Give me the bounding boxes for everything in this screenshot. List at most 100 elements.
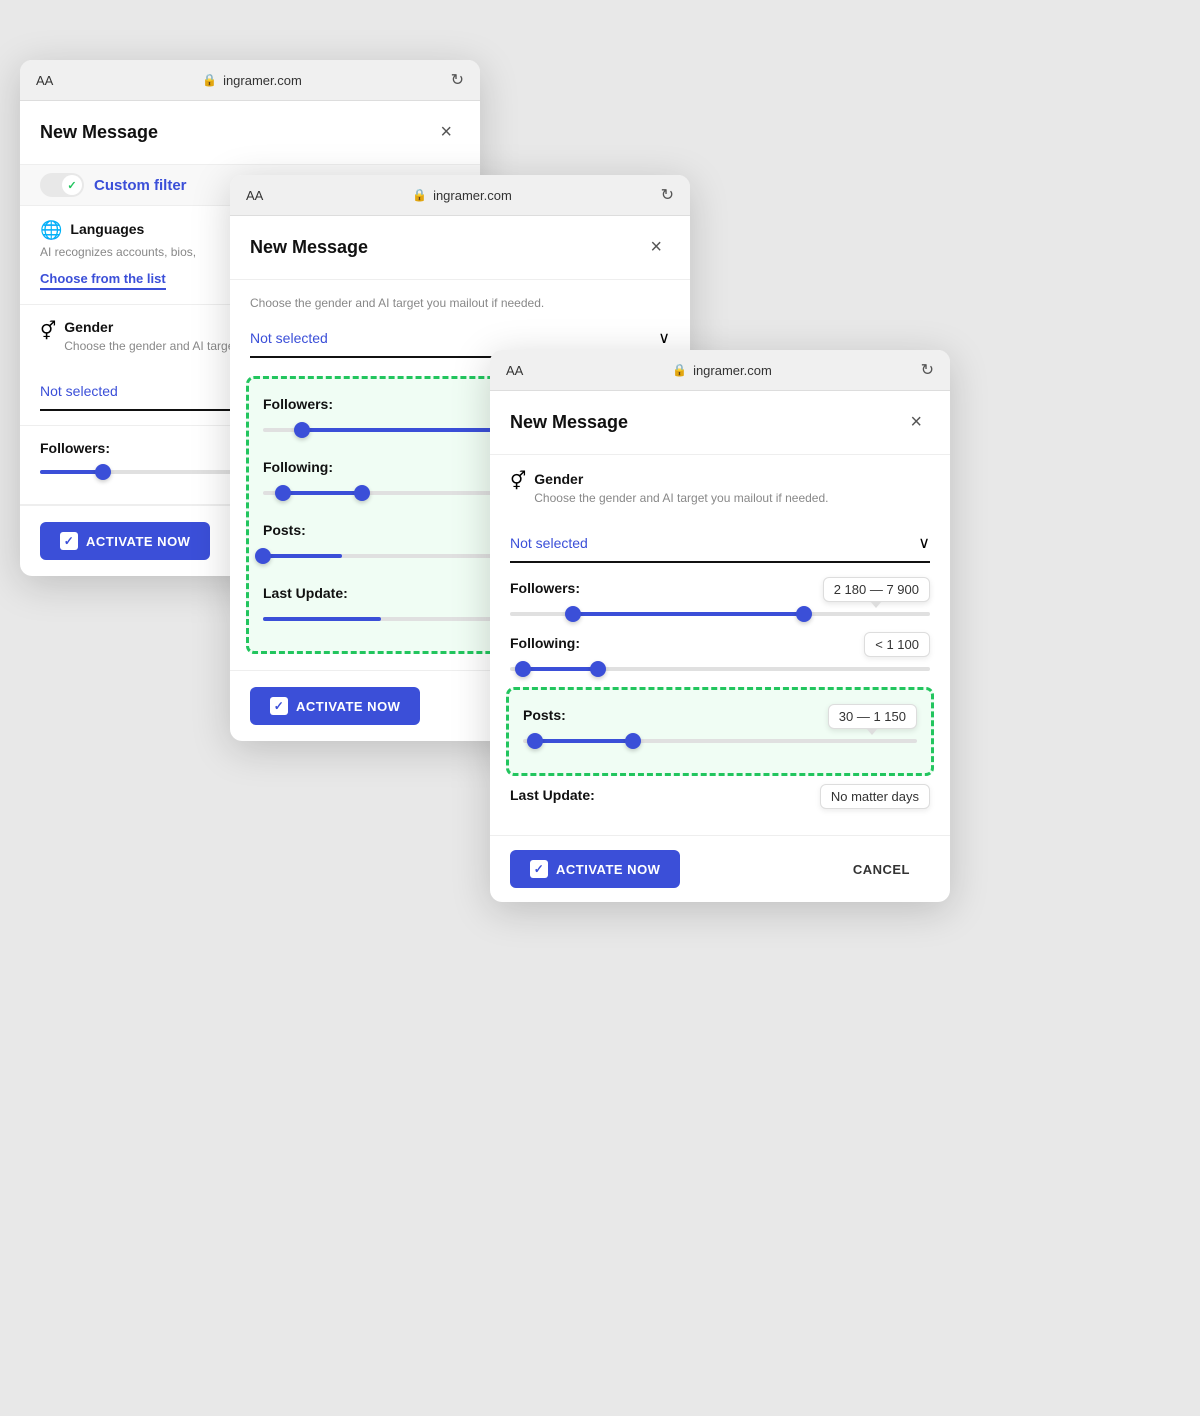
last-update-label-2: Last Update: [263,585,348,601]
gender-hint-2: Choose the gender and AI target you mail… [250,296,670,310]
gender-icon-3: ⚥ [510,471,526,492]
posts-thumb-left-3[interactable] [527,733,543,749]
close-button-1[interactable]: × [432,117,460,148]
activate-check-icon-2 [270,697,288,715]
gender-header-3: ⚥ Gender Choose the gender and AI target… [510,471,930,517]
custom-filter-label-1: Custom filter [94,177,187,194]
browser-bar-3: AA 🔒 ingramer.com ↻ [490,350,950,391]
aa-label-1: AA [36,73,53,88]
language-label-1: Languages [70,221,144,237]
modal-header-2: New Message × [230,216,690,280]
last-update-fill-2 [263,617,381,621]
url-text-2: ingramer.com [433,188,512,203]
followers-label-2: Followers: [263,396,333,412]
modal-header-3: New Message × [490,391,950,455]
followers-label-1: Followers: [40,440,110,456]
posts-fill-3 [535,739,634,743]
url-area-2: 🔒 ingramer.com [275,188,648,203]
followers-thumb-left-3[interactable] [565,606,581,622]
activate-button-2[interactable]: ACTIVATE NOW [250,687,420,725]
browser-window-3: AA 🔒 ingramer.com ↻ New Message × ⚥ Gend… [490,350,950,902]
aa-label-2: AA [246,188,263,203]
posts-badge-3: 30 — 1 150 [828,704,917,729]
followers-badge-3: 2 180 — 7 900 [823,577,930,602]
modal-body-3: ⚥ Gender Choose the gender and AI target… [490,455,950,835]
url-area-1: 🔒 ingramer.com [65,73,438,88]
following-label-3: Following: [510,635,580,651]
lock-icon-1: 🔒 [202,73,217,87]
following-slider-3[interactable] [510,667,930,671]
posts-fill-2 [263,554,342,558]
followers-slider-3[interactable] [510,612,930,616]
followers-fill-3 [573,612,804,616]
choose-from-list-link-1[interactable]: Choose from the list [40,271,166,290]
posts-highlight-box-3: Posts: 30 — 1 150 [506,687,934,776]
following-thumb-left-2[interactable] [275,485,291,501]
gender-not-selected-3: Not selected [510,535,588,551]
activate-check-icon-3 [530,860,548,878]
last-update-badge-3: No matter days [820,784,930,809]
following-label-2: Following: [263,459,333,475]
following-range-row-3: Following: < 1 100 [510,632,930,657]
gender-desc-3: Choose the gender and AI target you mail… [534,491,828,505]
last-update-range-row-3: Last Update: No matter days [510,784,930,809]
gender-icon-1: ⚥ [40,321,56,342]
cancel-button-3[interactable]: CANCEL [833,852,930,887]
followers-fill-1 [40,470,103,474]
last-update-label-3: Last Update: [510,787,595,803]
posts-slider-3[interactable] [523,739,917,743]
posts-thumb-right-3[interactable] [625,733,641,749]
following-fill-3 [523,667,599,671]
activate-label-2: ACTIVATE NOW [296,699,400,714]
refresh-button-3[interactable]: ↻ [921,360,934,380]
followers-area-3: Followers: 2 180 — 7 900 [510,577,930,616]
close-button-2[interactable]: × [642,232,670,263]
activate-check-icon-1 [60,532,78,550]
followers-range-row-3: Followers: 2 180 — 7 900 [510,577,930,602]
followers-fill-2 [302,428,499,432]
lock-icon-3: 🔒 [672,363,687,377]
followers-thumb-right-3[interactable] [796,606,812,622]
followers-label-3: Followers: [510,580,580,596]
modal-title-1: New Message [40,122,158,143]
following-badge-3: < 1 100 [864,632,930,657]
refresh-button-1[interactable]: ↻ [451,70,464,90]
posts-thumb-left-2[interactable] [255,548,271,564]
posts-label-2: Posts: [263,522,306,538]
aa-label-3: AA [506,363,523,378]
lock-icon-2: 🔒 [412,188,427,202]
gender-text-3: Gender Choose the gender and AI target y… [534,471,828,517]
last-update-area-3: Last Update: No matter days [510,784,930,809]
gender-not-selected-1: Not selected [40,383,118,399]
browser-bar-2: AA 🔒 ingramer.com ↻ [230,175,690,216]
gender-dropdown-3[interactable]: Not selected ∨ [510,525,930,563]
modal-title-2: New Message [250,237,368,258]
posts-range-row-3: Posts: 30 — 1 150 [523,704,917,729]
browser-bar-1: AA 🔒 ingramer.com ↻ [20,60,480,101]
chevron-down-icon-2: ∨ [658,328,670,348]
following-area-3: Following: < 1 100 [510,632,930,671]
following-thumb-right-2[interactable] [354,485,370,501]
gender-not-selected-2: Not selected [250,330,328,346]
chevron-down-icon-3: ∨ [918,533,930,553]
following-fill-2 [283,491,362,495]
activate-button-1[interactable]: ACTIVATE NOW [40,522,210,560]
followers-thumb-1[interactable] [95,464,111,480]
url-area-3: 🔒 ingramer.com [535,363,908,378]
following-thumb-left-3[interactable] [515,661,531,677]
activate-label-3: ACTIVATE NOW [556,862,660,877]
gender-label-3: Gender [534,471,828,487]
posts-area-3: Posts: 30 — 1 150 [513,694,927,769]
custom-filter-toggle-1[interactable] [40,173,84,197]
modal-title-3: New Message [510,412,628,433]
following-thumb-right-3[interactable] [590,661,606,677]
refresh-button-2[interactable]: ↻ [661,185,674,205]
activate-button-3[interactable]: ACTIVATE NOW [510,850,680,888]
close-button-3[interactable]: × [902,407,930,438]
modal-header-1: New Message × [20,101,480,165]
activate-row-3: ACTIVATE NOW CANCEL [490,835,950,902]
url-text-3: ingramer.com [693,363,772,378]
posts-label-3: Posts: [523,707,566,723]
followers-thumb-left-2[interactable] [294,422,310,438]
activate-label-1: ACTIVATE NOW [86,534,190,549]
